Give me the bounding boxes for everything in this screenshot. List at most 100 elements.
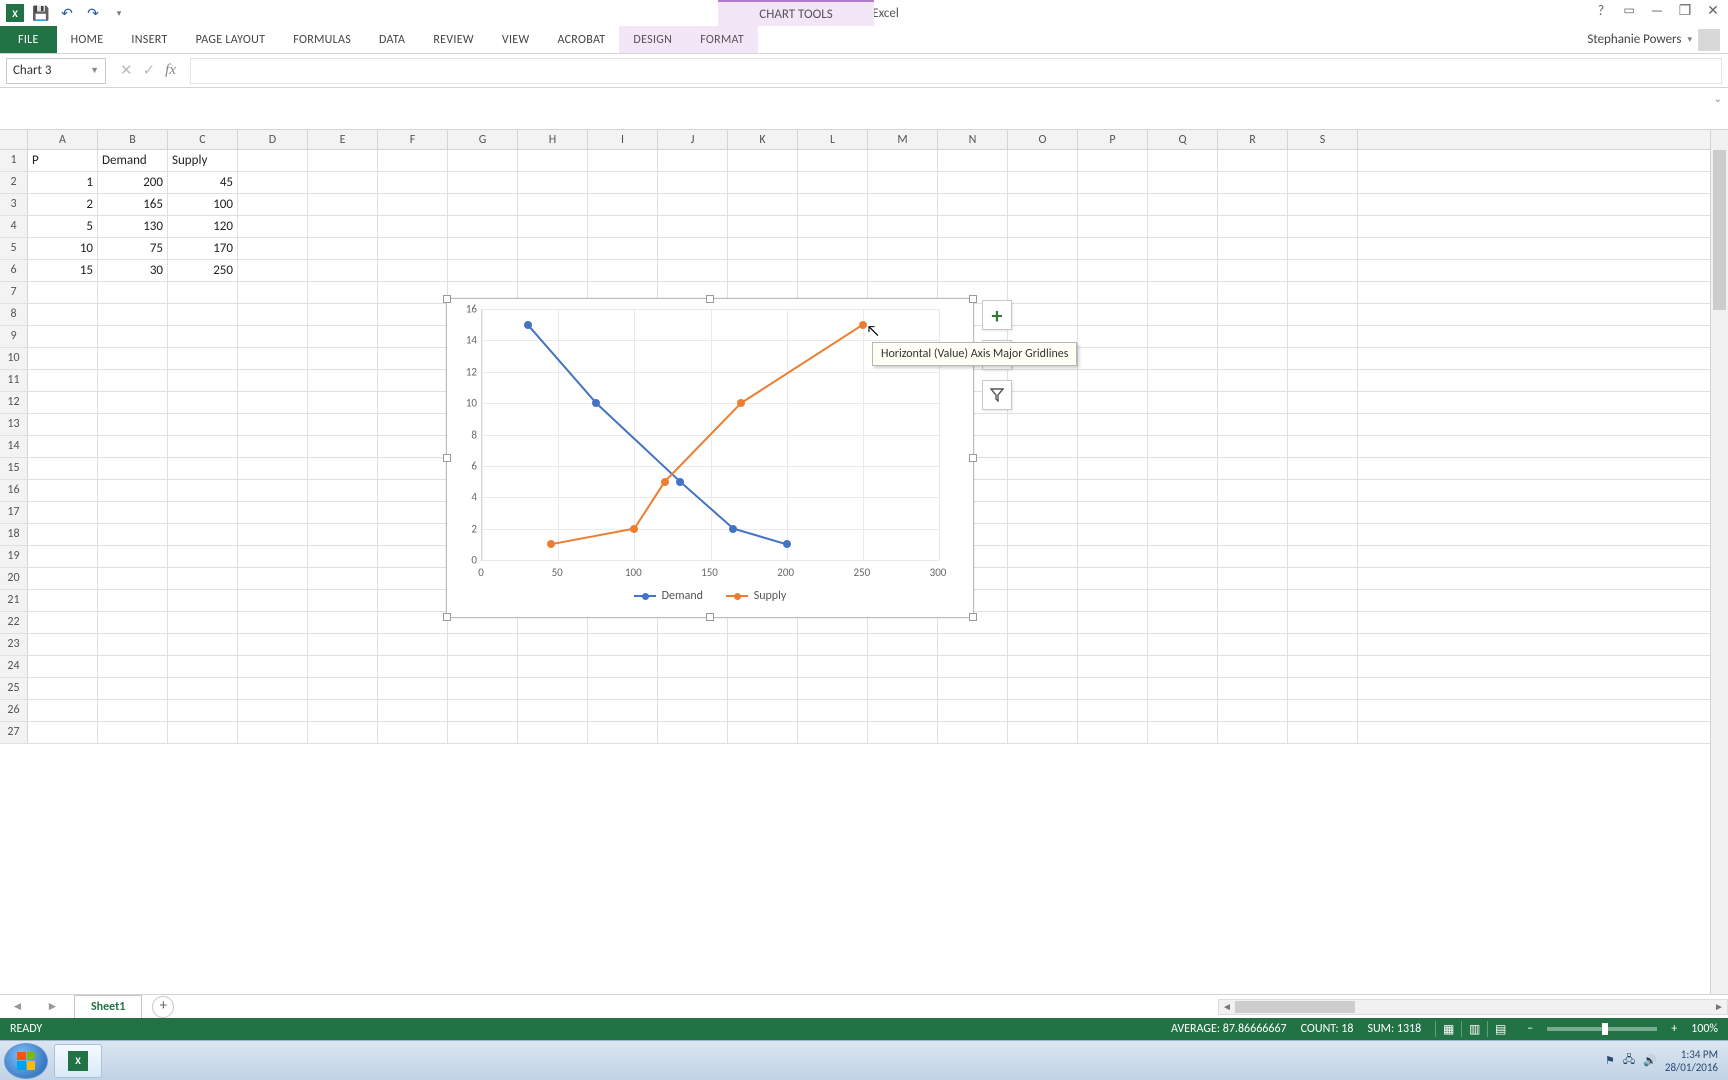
undo-icon[interactable]: ↶ xyxy=(58,4,76,22)
cell[interactable] xyxy=(378,590,448,611)
cell[interactable] xyxy=(238,304,308,325)
cell[interactable] xyxy=(728,722,798,743)
tray-flag-icon[interactable]: ⚑ xyxy=(1605,1054,1615,1067)
cell[interactable] xyxy=(308,546,378,567)
cell[interactable] xyxy=(168,392,238,413)
cell[interactable] xyxy=(238,656,308,677)
cell[interactable] xyxy=(1078,194,1148,215)
cell[interactable] xyxy=(1148,502,1218,523)
cell[interactable] xyxy=(378,458,448,479)
cell[interactable] xyxy=(308,150,378,171)
chart-filters-button[interactable] xyxy=(982,380,1012,410)
cell[interactable] xyxy=(98,568,168,589)
cell[interactable] xyxy=(238,238,308,259)
cell[interactable] xyxy=(938,722,1008,743)
cell[interactable] xyxy=(308,370,378,391)
row-header[interactable]: 8 xyxy=(0,304,28,325)
cell[interactable] xyxy=(1078,612,1148,633)
cell[interactable] xyxy=(658,172,728,193)
cell[interactable] xyxy=(938,172,1008,193)
cell[interactable] xyxy=(378,502,448,523)
cell[interactable] xyxy=(1148,260,1218,281)
cell[interactable] xyxy=(378,238,448,259)
row-header[interactable]: 12 xyxy=(0,392,28,413)
chart-marker[interactable] xyxy=(676,478,684,486)
cell[interactable] xyxy=(1288,590,1358,611)
cell[interactable] xyxy=(728,260,798,281)
cell[interactable] xyxy=(1008,282,1078,303)
cell[interactable] xyxy=(98,700,168,721)
cell[interactable] xyxy=(98,458,168,479)
cell[interactable] xyxy=(98,502,168,523)
cell[interactable] xyxy=(238,282,308,303)
row-header[interactable]: 19 xyxy=(0,546,28,567)
cell[interactable] xyxy=(1008,370,1078,391)
col-I[interactable]: I xyxy=(588,130,658,149)
cell[interactable] xyxy=(28,392,98,413)
cell[interactable] xyxy=(378,260,448,281)
cell[interactable] xyxy=(1218,282,1288,303)
cell[interactable] xyxy=(1218,238,1288,259)
cell[interactable] xyxy=(168,282,238,303)
chart-marker[interactable] xyxy=(729,525,737,533)
cell[interactable] xyxy=(1078,700,1148,721)
row-header[interactable]: 1 xyxy=(0,150,28,171)
cell[interactable] xyxy=(378,436,448,457)
cell[interactable] xyxy=(868,634,938,655)
system-tray[interactable]: ⚑ 🖧 🔊 1:34 PM 28/01/2016 xyxy=(1605,1048,1724,1074)
cell[interactable] xyxy=(378,678,448,699)
cell[interactable] xyxy=(658,678,728,699)
cell[interactable]: 15 xyxy=(28,260,98,281)
user-dropdown-icon[interactable]: ▾ xyxy=(1687,34,1692,45)
cell[interactable] xyxy=(1218,348,1288,369)
cell[interactable] xyxy=(168,678,238,699)
cell[interactable] xyxy=(1148,348,1218,369)
cell[interactable] xyxy=(1008,458,1078,479)
cell[interactable] xyxy=(448,678,518,699)
minimize-icon[interactable]: — xyxy=(1648,2,1666,19)
start-button[interactable] xyxy=(4,1043,48,1079)
cell[interactable] xyxy=(1288,524,1358,545)
cell[interactable] xyxy=(1008,568,1078,589)
cell[interactable] xyxy=(378,634,448,655)
cell[interactable] xyxy=(1078,304,1148,325)
cell[interactable] xyxy=(658,656,728,677)
cell[interactable] xyxy=(448,150,518,171)
cell[interactable] xyxy=(448,260,518,281)
chart-legend[interactable]: Demand Supply xyxy=(447,587,973,603)
cell[interactable] xyxy=(728,678,798,699)
add-sheet-button[interactable]: + xyxy=(152,996,174,1018)
col-K[interactable]: K xyxy=(728,130,798,149)
cell[interactable] xyxy=(518,238,588,259)
cell[interactable] xyxy=(1008,656,1078,677)
legend-supply[interactable]: Supply xyxy=(726,589,787,603)
cell[interactable] xyxy=(98,634,168,655)
cell[interactable] xyxy=(238,436,308,457)
cell[interactable] xyxy=(1078,436,1148,457)
cell[interactable] xyxy=(238,150,308,171)
save-icon[interactable]: 💾 xyxy=(32,4,50,22)
chart-marker[interactable] xyxy=(661,478,669,486)
cell[interactable] xyxy=(378,326,448,347)
cell[interactable] xyxy=(658,216,728,237)
col-G[interactable]: G xyxy=(448,130,518,149)
cell[interactable] xyxy=(1008,722,1078,743)
col-B[interactable]: B xyxy=(98,130,168,149)
cell[interactable] xyxy=(1218,436,1288,457)
sheet-nav-next-icon[interactable]: ► xyxy=(47,999,59,1014)
cell[interactable] xyxy=(308,348,378,369)
cell[interactable] xyxy=(1148,370,1218,391)
cell[interactable]: 5 xyxy=(28,216,98,237)
chart-marker[interactable] xyxy=(630,525,638,533)
cell[interactable] xyxy=(378,612,448,633)
cell[interactable]: 170 xyxy=(168,238,238,259)
cell[interactable]: 100 xyxy=(168,194,238,215)
cell[interactable] xyxy=(938,656,1008,677)
tab-formulas[interactable]: FORMULAS xyxy=(279,26,365,53)
cell[interactable] xyxy=(1078,546,1148,567)
cell[interactable] xyxy=(1148,656,1218,677)
cell[interactable] xyxy=(658,260,728,281)
fx-icon[interactable]: fx xyxy=(165,62,176,79)
cell[interactable] xyxy=(1288,370,1358,391)
cell[interactable] xyxy=(1288,150,1358,171)
